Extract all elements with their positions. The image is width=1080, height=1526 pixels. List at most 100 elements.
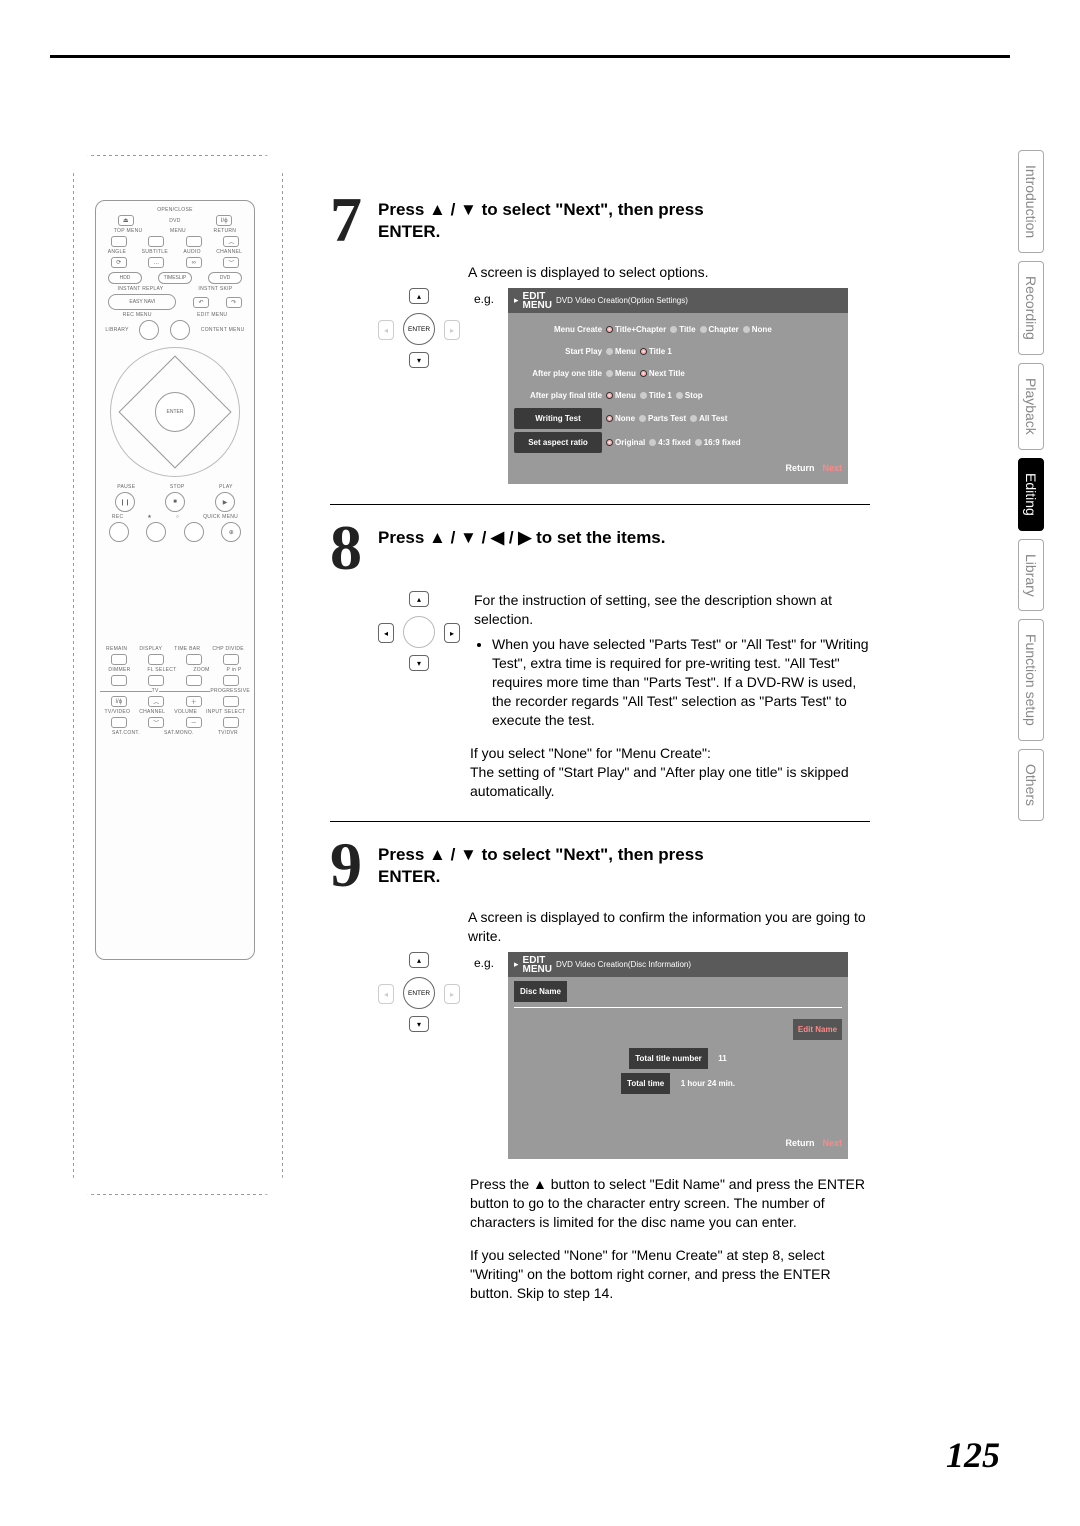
tab-playback: Playback: [1018, 363, 1044, 450]
lbl-tvdvr: TV/DVR: [218, 730, 238, 736]
lbl-pause: PAUSE: [117, 484, 135, 490]
step-9-header: 9 Press ▲ / ▼ to select "Next", then pre…: [330, 840, 870, 890]
separator: [330, 821, 870, 822]
lbl-dvd: DVD: [169, 218, 180, 224]
step-8-title: Press ▲ / ▼ / ◀ / ▶ to set the items.: [378, 523, 666, 573]
radio-icon: [640, 370, 647, 377]
separator: [330, 504, 870, 505]
osd-row-label: Set aspect ratio: [514, 432, 602, 453]
osd-disc-info: ▸ EDITMENU DVD Video Creation(Disc Infor…: [508, 952, 848, 1159]
lbl-timebar: TIME BAR: [174, 646, 200, 652]
down-arrow-icon: ▾: [409, 655, 429, 671]
btn-chup: ︿: [148, 696, 164, 707]
radio-icon: [606, 392, 613, 399]
right-arrow-icon: ▸: [444, 984, 460, 1004]
enter-icon-dim: [403, 616, 435, 648]
btn-menu: [148, 236, 164, 247]
b8: [223, 675, 239, 686]
osd-return: Return: [786, 459, 815, 478]
b6: [148, 675, 164, 686]
radio-icon: [606, 415, 613, 422]
chapter-tabs: Introduction Recording Playback Editing …: [1018, 150, 1052, 829]
page-number: 125: [946, 1434, 1000, 1476]
btn-recmenu: [139, 320, 159, 340]
btn-down: ﹀: [223, 257, 239, 268]
step8-bullet: When you have selected "Parts Test" or "…: [492, 635, 870, 730]
tab-editing: Editing: [1018, 458, 1044, 531]
tab-library: Library: [1018, 539, 1044, 612]
rule2: [159, 691, 211, 692]
lbl-tvvideo: TV/VIDEO: [104, 709, 130, 715]
down-arrow-icon: ▾: [409, 1016, 429, 1032]
osd-option: Menu: [615, 364, 636, 383]
lbl-inputselect: INPUT SELECT: [206, 709, 245, 715]
btn-quickmenu: ⊕: [221, 522, 241, 542]
radio-icon: [695, 439, 702, 446]
lbl-instantskip: INSTNT SKIP: [198, 286, 232, 292]
btn-return: [186, 236, 202, 247]
page-top-rule: [50, 55, 1010, 58]
total-time-value: 1 hour 24 min.: [681, 1079, 735, 1088]
lbl-display: DISPLAY: [139, 646, 162, 652]
osd-option: 16:9 fixed: [704, 433, 741, 452]
osd-row-label: Writing Test: [514, 408, 602, 429]
radio-icon: [640, 392, 647, 399]
btn-enter: ENTER: [155, 392, 195, 432]
lbl-pinp: P in P: [226, 667, 241, 673]
lbl-dimmer: DIMMER: [108, 667, 130, 673]
step-9-number: 9: [330, 840, 378, 890]
lbl-tv: TV: [152, 688, 159, 694]
eject-icon: ⏏: [118, 215, 134, 226]
step-9-title-line1: Press ▲ / ▼ to select "Next", then press: [378, 845, 704, 864]
lbl-subtitle: SUBTITLE: [142, 249, 168, 255]
btn-rec: [109, 522, 129, 542]
lbl-play: PLAY: [219, 484, 233, 490]
b4: [223, 654, 239, 665]
tab-others: Others: [1018, 749, 1044, 821]
eg-label: e.g.: [474, 952, 494, 973]
btn-topmenu: [111, 236, 127, 247]
btn-volup: ＋: [186, 696, 202, 707]
play-icon: ▸: [514, 955, 519, 974]
right-arrow-icon: ▸: [444, 623, 460, 643]
dpad-icon-enter: ▴ ▾ ◂ ▸ ENTER: [378, 288, 460, 368]
tab-recording: Recording: [1018, 261, 1044, 355]
step-9-intro: A screen is displayed to confirm the inf…: [468, 908, 870, 946]
lbl-library: LIBRARY: [105, 327, 128, 333]
remote-control-illustration: OPEN/CLOSE ⏏DVDI/ϕ TOP MENUMENURETURN ︿ …: [95, 200, 255, 960]
lbl-volume: VOLUME: [174, 709, 197, 715]
b-prog: [223, 696, 239, 707]
osd-row-label: Menu Create: [514, 320, 602, 339]
step9-p2: If you selected "None" for "Menu Create"…: [470, 1246, 870, 1303]
btn-audio: ∞: [186, 257, 202, 268]
left-arrow-icon: ◂: [378, 320, 394, 340]
b-tvvid: [111, 717, 127, 728]
lbl-o: ○: [176, 514, 179, 520]
lbl-flselect: FL SELECT: [147, 667, 176, 673]
step-9-title-line2: ENTER.: [378, 867, 440, 886]
enter-icon: ENTER: [403, 977, 435, 1009]
step-7-intro: A screen is displayed to select options.: [468, 263, 870, 282]
step-7-body: A screen is displayed to select options.…: [378, 263, 870, 484]
radio-icon: [743, 326, 750, 333]
osd-option: Title 1: [649, 386, 672, 405]
lbl-contentmenu: CONTENT MENU: [201, 327, 245, 333]
radio-icon: [606, 348, 613, 355]
play-icon: ▶: [215, 492, 235, 512]
radio-icon: [690, 415, 697, 422]
osd-option: Menu: [615, 342, 636, 361]
lbl-editmenu: EDIT MENU: [197, 312, 227, 318]
b2: [148, 654, 164, 665]
enter-icon: ENTER: [403, 313, 435, 345]
radio-icon: [670, 326, 677, 333]
stop-icon: ■: [165, 492, 185, 512]
pill-timeslip: TIMESLIP: [158, 272, 192, 284]
osd-option: None: [752, 320, 772, 339]
disc-name-label: Disc Name: [514, 981, 567, 1002]
radio-icon: [649, 439, 656, 446]
dpad-icon-enter: ▴ ▾ ◂ ▸ ENTER: [378, 952, 460, 1032]
eg-label: e.g.: [474, 288, 494, 309]
lbl-satcont: SAT.CONT.: [112, 730, 140, 736]
radio-icon: [700, 326, 707, 333]
lbl-return: RETURN: [214, 228, 237, 234]
